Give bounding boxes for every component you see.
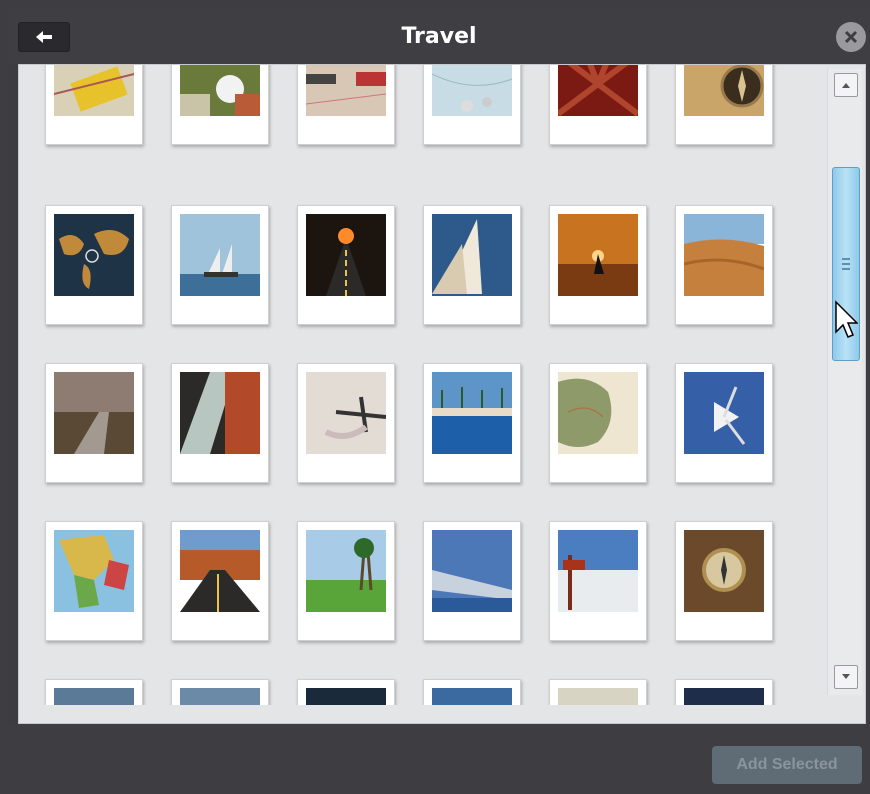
image-thumbnail <box>558 214 638 296</box>
image-card[interactable] <box>423 205 521 325</box>
image-card[interactable] <box>423 363 521 483</box>
image-card[interactable] <box>171 521 269 641</box>
image-thumbnail <box>306 65 386 116</box>
image-card[interactable] <box>45 679 143 705</box>
image-card[interactable] <box>423 679 521 705</box>
image-card[interactable] <box>45 65 143 145</box>
image-gallery-panel <box>18 64 866 724</box>
image-thumbnail <box>432 214 512 296</box>
image-card[interactable] <box>297 363 395 483</box>
image-thumbnail <box>54 65 134 116</box>
add-selected-button[interactable]: Add Selected <box>712 746 862 784</box>
image-thumbnail <box>558 372 638 454</box>
image-grid <box>19 65 821 705</box>
close-button[interactable] <box>836 22 866 52</box>
image-thumbnail <box>306 372 386 454</box>
image-thumbnail <box>684 372 764 454</box>
image-card[interactable] <box>297 65 395 145</box>
vertical-scrollbar[interactable] <box>827 69 862 695</box>
image-thumbnail <box>432 530 512 612</box>
image-thumbnail <box>432 65 512 116</box>
image-thumbnail <box>180 688 260 705</box>
image-thumbnail <box>180 530 260 612</box>
image-card[interactable] <box>45 205 143 325</box>
image-thumbnail <box>558 688 638 705</box>
scroll-down-button[interactable] <box>834 665 858 689</box>
image-thumbnail <box>684 688 764 705</box>
image-card[interactable] <box>171 679 269 705</box>
image-thumbnail <box>432 372 512 454</box>
dialog-title: Travel <box>401 24 477 49</box>
image-card[interactable] <box>45 363 143 483</box>
image-card[interactable] <box>549 65 647 145</box>
image-card[interactable] <box>549 363 647 483</box>
image-thumbnail <box>54 530 134 612</box>
image-thumbnail <box>54 372 134 454</box>
image-card[interactable] <box>171 363 269 483</box>
image-thumbnail <box>180 65 260 116</box>
image-thumbnail <box>684 530 764 612</box>
scroll-up-button[interactable] <box>834 73 858 97</box>
image-thumbnail <box>558 530 638 612</box>
image-card[interactable] <box>549 205 647 325</box>
grip-icon <box>842 258 850 270</box>
image-card[interactable] <box>171 205 269 325</box>
image-card[interactable] <box>675 521 773 641</box>
image-card[interactable] <box>675 65 773 145</box>
image-card[interactable] <box>297 205 395 325</box>
image-thumbnail <box>432 688 512 705</box>
image-thumbnail <box>180 214 260 296</box>
scroll-down-icon <box>842 674 850 679</box>
image-card[interactable] <box>675 679 773 705</box>
image-card[interactable] <box>297 521 395 641</box>
image-thumbnail <box>684 65 764 116</box>
scroll-up-icon <box>842 83 850 88</box>
image-thumbnail <box>180 372 260 454</box>
image-thumbnail <box>684 214 764 296</box>
travel-dialog: Travel Add Selected <box>8 8 870 794</box>
image-thumbnail <box>558 65 638 116</box>
image-thumbnail <box>306 214 386 296</box>
image-card[interactable] <box>549 521 647 641</box>
image-card[interactable] <box>549 679 647 705</box>
image-card[interactable] <box>675 205 773 325</box>
image-card[interactable] <box>171 65 269 145</box>
image-thumbnail <box>306 530 386 612</box>
title-bar: Travel <box>8 8 870 64</box>
close-icon <box>844 30 858 44</box>
mouse-cursor-icon <box>835 300 858 338</box>
image-thumbnail <box>54 688 134 705</box>
image-card[interactable] <box>675 363 773 483</box>
image-card[interactable] <box>423 521 521 641</box>
image-card[interactable] <box>297 679 395 705</box>
image-thumbnail <box>306 688 386 705</box>
dialog-footer: Add Selected <box>8 724 870 794</box>
image-thumbnail <box>54 214 134 296</box>
image-card[interactable] <box>45 521 143 641</box>
image-card[interactable] <box>423 65 521 145</box>
